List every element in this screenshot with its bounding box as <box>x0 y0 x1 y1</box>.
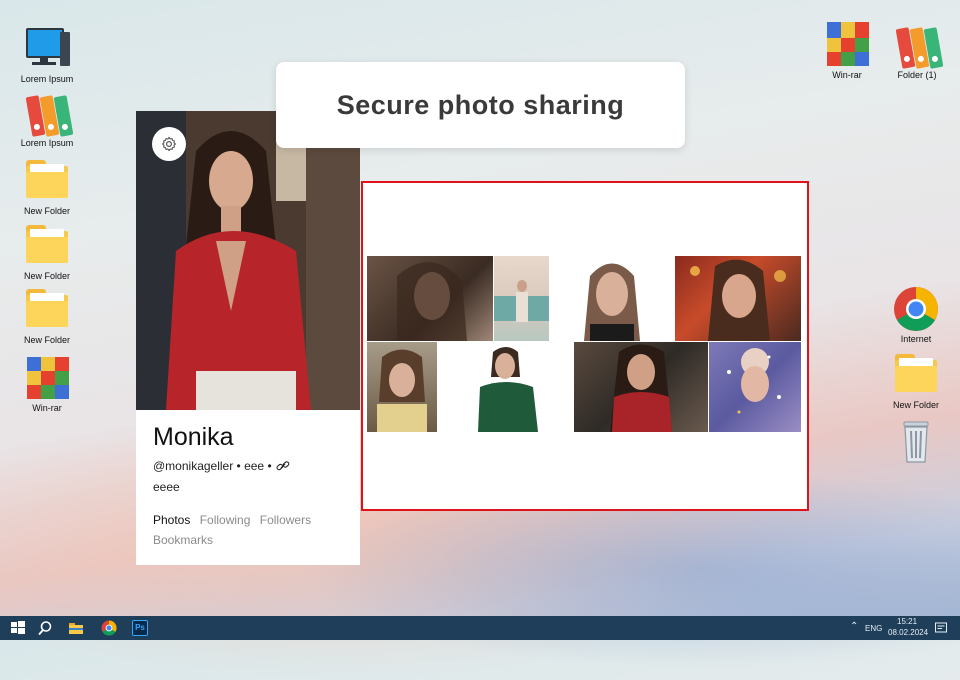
computer-icon <box>24 26 70 72</box>
profile-cover-photo <box>136 111 360 410</box>
tab-photos[interactable]: Photos <box>153 513 190 527</box>
chrome-icon <box>893 286 939 332</box>
gallery-photo[interactable] <box>367 256 493 341</box>
link-icon[interactable] <box>276 461 290 471</box>
desktop-icon-recycle-bin[interactable] <box>883 418 949 464</box>
desktop-icon-winrar[interactable]: Win-rar <box>14 355 80 413</box>
desktop-icon-label: Lorem Ipsum <box>20 138 74 148</box>
desktop-icon-winrar[interactable]: Win-rar <box>814 22 880 80</box>
desktop-icon-label: Win-rar <box>832 70 862 80</box>
photoshop-label: Ps <box>135 623 145 632</box>
desktop-icon-folder[interactable]: New Folder <box>14 287 80 345</box>
folder-icon <box>24 287 70 329</box>
folder-icon <box>24 223 70 265</box>
chrome-icon[interactable] <box>101 620 117 636</box>
desktop-icon-folder[interactable]: New Folder <box>883 352 949 410</box>
desktop-icon-computer[interactable]: Lorem Ipsum <box>14 26 80 84</box>
winrar-icon <box>25 355 69 401</box>
desktop-icon-label: New Folder <box>892 400 939 410</box>
desktop-icon-label: New Folder <box>23 206 70 216</box>
winrar-icon <box>825 22 869 68</box>
desktop-icon-label: Lorem Ipsum <box>20 74 74 84</box>
profile-card: Monika @monikageller • eee • eeee Photos… <box>136 111 360 565</box>
language-indicator[interactable]: ENG <box>865 624 882 633</box>
tab-following[interactable]: Following <box>200 513 251 527</box>
desktop-icon-folder[interactable]: New Folder <box>14 223 80 281</box>
banner-title: Secure photo sharing <box>336 89 625 120</box>
profile-name: Monika <box>153 423 234 451</box>
taskbar: Ps ⌃ ENG 15:21 08.02.2024 <box>0 616 960 640</box>
desktop-icon-label: Folder (1) <box>897 70 937 80</box>
gallery-photo[interactable] <box>494 256 549 341</box>
gallery-photo[interactable] <box>574 342 708 432</box>
file-explorer-icon[interactable] <box>68 620 84 636</box>
profile-handle: @monikageller • eee • <box>153 459 272 473</box>
desktop-icon-binders[interactable]: Folder (1) <box>884 24 950 80</box>
desktop-icon-folder[interactable]: New Folder <box>14 158 80 216</box>
desktop-icon-binders[interactable]: Lorem Ipsum <box>14 92 80 148</box>
binders-icon <box>25 92 74 137</box>
tab-followers[interactable]: Followers <box>260 513 311 527</box>
profile-handle-row: @monikageller • eee • <box>153 459 290 473</box>
gallery-photo[interactable] <box>550 256 674 341</box>
desktop-icon-internet[interactable]: Internet <box>883 286 949 344</box>
gallery-photo[interactable] <box>438 342 573 432</box>
gallery-photo[interactable] <box>709 342 801 432</box>
desktop-icon-label: Internet <box>900 334 932 344</box>
search-icon[interactable] <box>37 620 53 636</box>
clock-time[interactable]: 15:21 <box>897 617 917 626</box>
notification-icon[interactable] <box>935 622 947 636</box>
folder-icon <box>893 352 939 394</box>
tab-bookmarks[interactable]: Bookmarks <box>153 533 213 547</box>
desktop-icon-label: New Folder <box>23 271 70 281</box>
binders-icon <box>895 24 944 69</box>
desktop-icon-label: Win-rar <box>32 403 62 413</box>
gallery-photo[interactable] <box>675 256 801 341</box>
start-icon[interactable] <box>10 620 26 636</box>
folder-icon <box>24 158 70 200</box>
recycle-bin-icon <box>893 418 939 464</box>
gallery-photo[interactable] <box>367 342 437 432</box>
banner-card: Secure photo sharing <box>276 62 685 148</box>
profile-settings-button[interactable] <box>152 127 186 161</box>
profile-bio: eeee <box>153 480 180 494</box>
profile-tabs: Photos Following Followers Bookmarks <box>153 510 343 550</box>
tray-chevron-up-icon[interactable]: ⌃ <box>850 621 858 632</box>
photoshop-icon[interactable]: Ps <box>132 620 148 636</box>
desktop-icon-label: New Folder <box>23 335 70 345</box>
clock-date[interactable]: 08.02.2024 <box>888 628 928 637</box>
photo-gallery <box>361 181 809 511</box>
gear-icon <box>161 136 177 152</box>
